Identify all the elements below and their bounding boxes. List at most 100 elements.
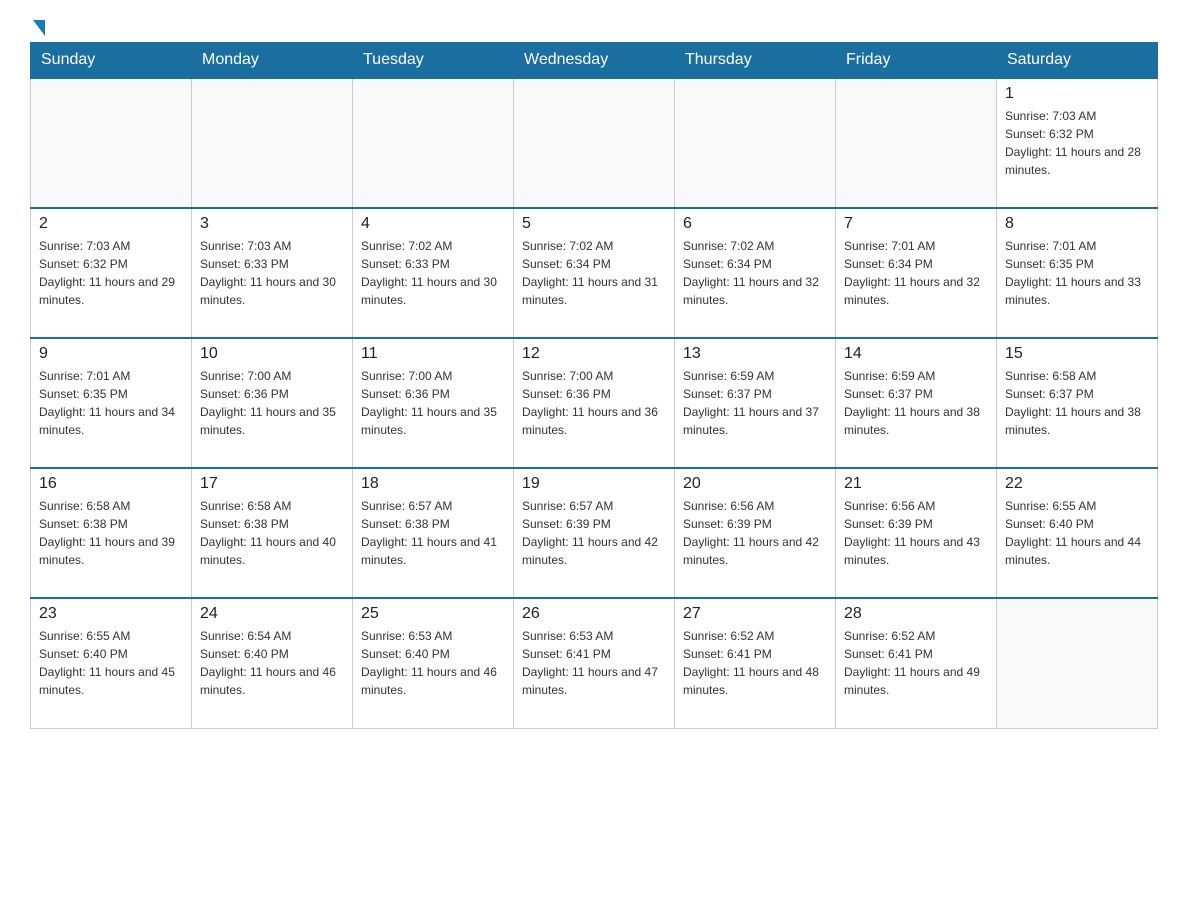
day-number: 6 [683,215,827,233]
calendar-cell: 18 Sunrise: 6:57 AM Sunset: 6:38 PM Dayli… [353,468,514,598]
day-number: 19 [522,475,666,493]
calendar-header-row: SundayMondayTuesdayWednesdayThursdayFrid… [31,43,1158,79]
calendar-header-tuesday: Tuesday [353,43,514,79]
day-info: Sunrise: 6:58 AM Sunset: 6:38 PM Dayligh… [39,497,183,569]
calendar-cell: 9 Sunrise: 7:01 AM Sunset: 6:35 PM Daylig… [31,338,192,468]
calendar-cell: 6 Sunrise: 7:02 AM Sunset: 6:34 PM Daylig… [675,208,836,338]
day-info: Sunrise: 7:01 AM Sunset: 6:35 PM Dayligh… [1005,237,1149,309]
day-info: Sunrise: 6:56 AM Sunset: 6:39 PM Dayligh… [683,497,827,569]
day-info: Sunrise: 7:00 AM Sunset: 6:36 PM Dayligh… [200,367,344,439]
calendar-week-row-3: 9 Sunrise: 7:01 AM Sunset: 6:35 PM Daylig… [31,338,1158,468]
day-number: 5 [522,215,666,233]
day-number: 10 [200,345,344,363]
calendar-cell: 17Sunrise: 6:58 AM Sunset: 6:38 PM Dayli… [192,468,353,598]
calendar-cell: 21Sunrise: 6:56 AM Sunset: 6:39 PM Dayli… [836,468,997,598]
calendar-cell [353,78,514,208]
calendar-cell: 23 Sunrise: 6:55 AM Sunset: 6:40 PM Dayli… [31,598,192,728]
calendar-header-saturday: Saturday [997,43,1158,79]
day-number: 26 [522,605,666,623]
day-number: 27 [683,605,827,623]
calendar-cell: 10 Sunrise: 7:00 AM Sunset: 6:36 PM Dayli… [192,338,353,468]
calendar-cell: 19 Sunrise: 6:57 AM Sunset: 6:39 PM Dayli… [514,468,675,598]
calendar-cell: 22 Sunrise: 6:55 AM Sunset: 6:40 PM Dayli… [997,468,1158,598]
day-info: Sunrise: 6:56 AM Sunset: 6:39 PM Dayligh… [844,497,988,569]
day-info: Sunrise: 7:03 AM Sunset: 6:33 PM Dayligh… [200,237,344,309]
day-number: 20 [683,475,827,493]
day-number: 18 [361,475,505,493]
calendar-header-sunday: Sunday [31,43,192,79]
day-number: 9 [39,345,183,363]
calendar-cell: 7 Sunrise: 7:01 AM Sunset: 6:34 PM Daylig… [836,208,997,338]
day-info: Sunrise: 7:03 AM Sunset: 6:32 PM Dayligh… [1005,107,1149,179]
day-info: Sunrise: 6:57 AM Sunset: 6:38 PM Dayligh… [361,497,505,569]
day-number: 4 [361,215,505,233]
calendar-cell: 11 Sunrise: 7:00 AM Sunset: 6:36 PM Dayli… [353,338,514,468]
day-info: Sunrise: 6:53 AM Sunset: 6:41 PM Dayligh… [522,627,666,699]
calendar-week-row-1: 1 Sunrise: 7:03 AM Sunset: 6:32 PM Daylig… [31,78,1158,208]
calendar-cell: 26 Sunrise: 6:53 AM Sunset: 6:41 PM Dayli… [514,598,675,728]
day-number: 22 [1005,475,1149,493]
calendar-cell [997,598,1158,728]
calendar-cell: 16 Sunrise: 6:58 AM Sunset: 6:38 PM Dayli… [31,468,192,598]
day-info: Sunrise: 6:58 AM Sunset: 6:38 PM Dayligh… [200,497,344,569]
day-number: 7 [844,215,988,233]
calendar-cell: 12 Sunrise: 7:00 AM Sunset: 6:36 PM Dayli… [514,338,675,468]
calendar-cell [675,78,836,208]
day-info: Sunrise: 6:53 AM Sunset: 6:40 PM Dayligh… [361,627,505,699]
day-info: Sunrise: 6:54 AM Sunset: 6:40 PM Dayligh… [200,627,344,699]
day-info: Sunrise: 6:58 AM Sunset: 6:37 PM Dayligh… [1005,367,1149,439]
calendar-cell: 8 Sunrise: 7:01 AM Sunset: 6:35 PM Daylig… [997,208,1158,338]
day-number: 24 [200,605,344,623]
calendar-cell: 15 Sunrise: 6:58 AM Sunset: 6:37 PM Dayli… [997,338,1158,468]
day-info: Sunrise: 6:52 AM Sunset: 6:41 PM Dayligh… [683,627,827,699]
calendar-cell [514,78,675,208]
day-info: Sunrise: 6:59 AM Sunset: 6:37 PM Dayligh… [844,367,988,439]
day-number: 3 [200,215,344,233]
day-info: Sunrise: 7:01 AM Sunset: 6:34 PM Dayligh… [844,237,988,309]
day-number: 8 [1005,215,1149,233]
calendar-header-monday: Monday [192,43,353,79]
calendar-week-row-5: 23 Sunrise: 6:55 AM Sunset: 6:40 PM Dayli… [31,598,1158,728]
day-info: Sunrise: 7:02 AM Sunset: 6:34 PM Dayligh… [522,237,666,309]
calendar-cell [192,78,353,208]
day-info: Sunrise: 7:00 AM Sunset: 6:36 PM Dayligh… [522,367,666,439]
day-info: Sunrise: 7:03 AM Sunset: 6:32 PM Dayligh… [39,237,183,309]
day-number: 2 [39,215,183,233]
day-number: 12 [522,345,666,363]
calendar-cell: 2 Sunrise: 7:03 AM Sunset: 6:32 PM Daylig… [31,208,192,338]
calendar-header-wednesday: Wednesday [514,43,675,79]
calendar-cell: 1 Sunrise: 7:03 AM Sunset: 6:32 PM Daylig… [997,78,1158,208]
calendar-cell: 24 Sunrise: 6:54 AM Sunset: 6:40 PM Dayli… [192,598,353,728]
logo [30,20,45,32]
calendar-cell: 28 Sunrise: 6:52 AM Sunset: 6:41 PM Dayli… [836,598,997,728]
calendar-header-thursday: Thursday [675,43,836,79]
calendar-cell: 13Sunrise: 6:59 AM Sunset: 6:37 PM Dayli… [675,338,836,468]
calendar-cell: 25 Sunrise: 6:53 AM Sunset: 6:40 PM Dayli… [353,598,514,728]
calendar-week-row-2: 2 Sunrise: 7:03 AM Sunset: 6:32 PM Daylig… [31,208,1158,338]
day-info: Sunrise: 7:01 AM Sunset: 6:35 PM Dayligh… [39,367,183,439]
calendar-cell [31,78,192,208]
day-number: 28 [844,605,988,623]
calendar-cell: 14 Sunrise: 6:59 AM Sunset: 6:37 PM Dayli… [836,338,997,468]
calendar-cell: 4Sunrise: 7:02 AM Sunset: 6:33 PM Daylig… [353,208,514,338]
day-info: Sunrise: 6:57 AM Sunset: 6:39 PM Dayligh… [522,497,666,569]
day-info: Sunrise: 7:00 AM Sunset: 6:36 PM Dayligh… [361,367,505,439]
day-number: 16 [39,475,183,493]
day-info: Sunrise: 6:55 AM Sunset: 6:40 PM Dayligh… [1005,497,1149,569]
calendar-header-friday: Friday [836,43,997,79]
page-header [30,20,1158,32]
day-number: 25 [361,605,505,623]
calendar-cell: 27 Sunrise: 6:52 AM Sunset: 6:41 PM Dayli… [675,598,836,728]
day-number: 11 [361,345,505,363]
calendar-week-row-4: 16 Sunrise: 6:58 AM Sunset: 6:38 PM Dayli… [31,468,1158,598]
day-number: 1 [1005,85,1149,103]
day-number: 23 [39,605,183,623]
day-info: Sunrise: 7:02 AM Sunset: 6:34 PM Dayligh… [683,237,827,309]
day-info: Sunrise: 6:55 AM Sunset: 6:40 PM Dayligh… [39,627,183,699]
day-number: 14 [844,345,988,363]
day-number: 15 [1005,345,1149,363]
day-number: 13 [683,345,827,363]
calendar-cell: 20 Sunrise: 6:56 AM Sunset: 6:39 PM Dayli… [675,468,836,598]
calendar-cell: 3 Sunrise: 7:03 AM Sunset: 6:33 PM Daylig… [192,208,353,338]
day-info: Sunrise: 6:52 AM Sunset: 6:41 PM Dayligh… [844,627,988,699]
